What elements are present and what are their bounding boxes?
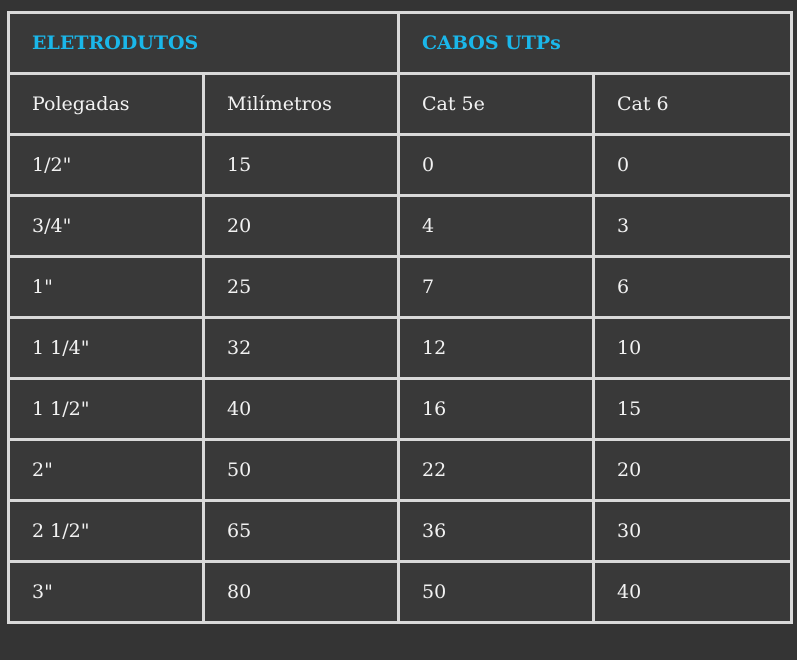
column-header-polegadas: Polegadas (7, 72, 205, 136)
table-row: 2 1/2" 65 36 30 (7, 499, 794, 563)
cell-milimetros: 65 (201, 499, 401, 563)
cell-cat6: 20 (592, 438, 794, 502)
cell-polegadas: 1" (7, 255, 205, 319)
cell-polegadas: 1/2" (7, 133, 205, 197)
cell-cat5e: 22 (397, 438, 596, 502)
cell-cat5e: 12 (397, 316, 596, 380)
conduit-cable-table: ELETRODUTOS CABOS UTPs Polegadas Milímet… (6, 11, 794, 624)
cell-polegadas: 2 1/2" (7, 499, 205, 563)
group-header-row: ELETRODUTOS CABOS UTPs (6, 11, 794, 75)
cell-milimetros: 25 (201, 255, 401, 319)
table-row: 1 1/2" 40 16 15 (7, 377, 794, 441)
cell-polegadas: 3" (7, 560, 205, 624)
cell-milimetros: 20 (201, 194, 401, 258)
cell-cat6: 30 (592, 499, 794, 563)
cell-polegadas: 2" (7, 438, 205, 502)
cell-cat5e: 50 (397, 560, 596, 624)
cell-cat5e: 0 (397, 133, 596, 197)
cell-polegadas: 1 1/4" (7, 316, 205, 380)
table-container: ELETRODUTOS CABOS UTPs Polegadas Milímet… (6, 11, 794, 624)
cell-cat6: 3 (592, 194, 794, 258)
cell-cat6: 15 (592, 377, 794, 441)
cell-cat6: 6 (592, 255, 794, 319)
cell-cat6: 40 (592, 560, 794, 624)
cell-cat5e: 36 (397, 499, 596, 563)
column-header-row: Polegadas Milímetros Cat 5e Cat 6 (7, 72, 794, 136)
table-row: 3/4" 20 4 3 (7, 194, 794, 258)
cell-cat5e: 16 (397, 377, 596, 441)
table-row: 3" 80 50 40 (7, 560, 794, 624)
table-row: 1" 25 7 6 (7, 255, 794, 319)
cell-milimetros: 32 (201, 316, 401, 380)
cell-polegadas: 1 1/2" (7, 377, 205, 441)
cell-milimetros: 40 (201, 377, 401, 441)
cell-milimetros: 80 (201, 560, 401, 624)
cell-milimetros: 50 (201, 438, 401, 502)
cell-polegadas: 3/4" (7, 194, 205, 258)
column-header-milimetros: Milímetros (201, 72, 401, 136)
table-row: 1/2" 15 0 0 (7, 133, 794, 197)
group-header-eletrodutos: ELETRODUTOS (6, 11, 401, 75)
column-header-cat5e: Cat 5e (397, 72, 596, 136)
table-row: 2" 50 22 20 (7, 438, 794, 502)
group-header-cabos-utps: CABOS UTPs (397, 11, 794, 75)
cell-cat6: 0 (592, 133, 794, 197)
cell-milimetros: 15 (201, 133, 401, 197)
cell-cat6: 10 (592, 316, 794, 380)
table-row: 1 1/4" 32 12 10 (7, 316, 794, 380)
cell-cat5e: 7 (397, 255, 596, 319)
cell-cat5e: 4 (397, 194, 596, 258)
column-header-cat6: Cat 6 (592, 72, 794, 136)
